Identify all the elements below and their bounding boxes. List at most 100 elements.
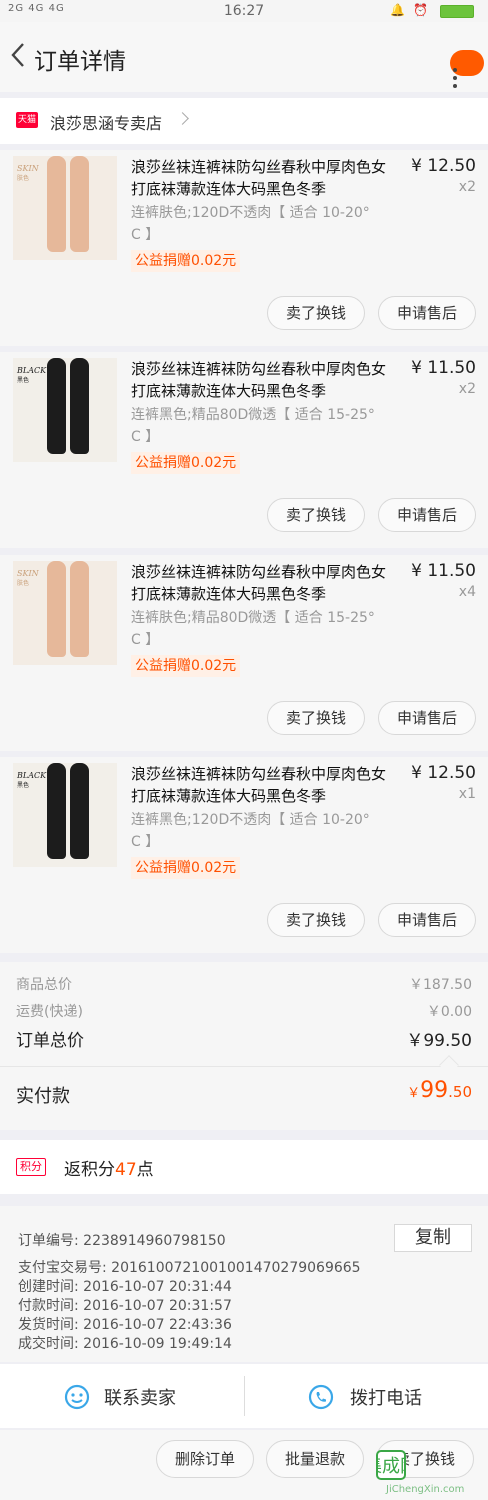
created-label: 创建时间:: [18, 1279, 79, 1295]
back-arrow-icon[interactable]: [10, 42, 26, 68]
after-sale-button[interactable]: 申请售后: [378, 296, 476, 330]
alipay-number: 2016100721001001470279069665: [111, 1260, 361, 1276]
legs-illustration: [47, 763, 91, 863]
points-value: 47: [115, 1160, 137, 1180]
call-phone-button[interactable]: 拨打电话: [350, 1384, 422, 1410]
shipping-value: ￥0.00: [426, 1004, 472, 1020]
product-price: ¥ 11.50: [411, 561, 476, 581]
product-sku: 连裤肤色;120D不透肉【 适合 10-20° C 】: [131, 205, 370, 243]
watermark: 集成网 JiChengXin.com: [376, 1446, 488, 1500]
after-sale-button[interactable]: 申请售后: [378, 903, 476, 937]
divider: [0, 1066, 488, 1067]
product-title[interactable]: 浪莎丝袜连裤袜防勾丝春秋中厚肉色女打底袜薄款连体大码黑色冬季: [131, 358, 396, 402]
product-price: ¥ 12.50: [411, 156, 476, 176]
copy-button[interactable]: 复制: [394, 1224, 472, 1252]
status-icons: 🔔 ⏰: [390, 3, 430, 17]
product-image[interactable]: BLACK 黑色: [13, 358, 117, 462]
paid-int: 99: [420, 1078, 449, 1103]
caret-up-icon: [439, 1055, 459, 1075]
sell-item-button[interactable]: 卖了换钱: [267, 296, 365, 330]
order-item[interactable]: SKIN 肤色 浪莎丝袜连裤袜防勾丝春秋中厚肉色女打底袜薄款连体大码黑色冬季 ¥ 12…: [0, 150, 488, 346]
watermark-url: JiChengXin.com: [386, 1484, 465, 1495]
created-time: 2016-10-07 20:31:44: [83, 1279, 232, 1295]
points-text: 返积分47点: [64, 1155, 154, 1180]
divider: [244, 1376, 245, 1416]
product-title[interactable]: 浪莎丝袜连裤袜防勾丝春秋中厚肉色女打底袜薄款连体大码黑色冬季: [131, 763, 396, 807]
completed-row: 成交时间: 2016-10-09 19:49:14: [18, 1333, 232, 1353]
order-item[interactable]: SKIN 肤色 浪莎丝袜连裤袜防勾丝春秋中厚肉色女打底袜薄款连体大码黑色冬季 ¥ 11…: [0, 555, 488, 751]
alipay-label: 支付宝交易号:: [18, 1260, 107, 1276]
image-tag2: 黑色: [17, 377, 30, 384]
order-total-value: ￥99.50: [406, 1031, 472, 1051]
shop-row[interactable]: 天猫 浪莎思涵专卖店: [0, 98, 488, 144]
contact-bar: 联系卖家 拨打电话: [0, 1364, 488, 1428]
donation-tag: 公益捐赠0.02元: [131, 452, 241, 474]
goods-total-row: 商品总价 ￥187.50: [16, 974, 472, 994]
header: 订单详情: [0, 22, 488, 92]
paid-time: 2016-10-07 20:31:57: [83, 1298, 232, 1314]
product-image[interactable]: SKIN 肤色: [13, 561, 117, 665]
image-tag2: 黑色: [17, 782, 30, 789]
watermark-brand: 集成网: [376, 1456, 406, 1477]
donation-tag: 公益捐赠0.02元: [131, 857, 241, 879]
order-item[interactable]: BLACK 黑色 浪莎丝袜连裤袜防勾丝春秋中厚肉色女打底袜薄款连体大码黑色冬季 ¥ 1…: [0, 757, 488, 953]
product-price: ¥ 11.50: [411, 358, 476, 378]
sell-item-button[interactable]: 卖了换钱: [267, 498, 365, 532]
image-tag: SKIN: [17, 569, 39, 578]
donation-tag: 公益捐赠0.02元: [131, 655, 241, 677]
status-bar: 2G 4G 4G 16:27 🔔 ⏰: [0, 0, 488, 22]
product-title[interactable]: 浪莎丝袜连裤袜防勾丝春秋中厚肉色女打底袜薄款连体大码黑色冬季: [131, 561, 396, 605]
phone-icon: [308, 1384, 334, 1410]
shop-name[interactable]: 浪莎思涵专卖店: [50, 110, 162, 134]
after-sale-button[interactable]: 申请售后: [378, 701, 476, 735]
battery-icon: [440, 5, 474, 18]
product-quantity: x2: [458, 179, 476, 195]
batch-refund-button[interactable]: 批量退款: [266, 1440, 364, 1478]
order-item[interactable]: BLACK 黑色 浪莎丝袜连裤袜防勾丝春秋中厚肉色女打底袜薄款连体大码黑色冬季 ¥ 1…: [0, 352, 488, 548]
tmall-badge: 天猫: [16, 112, 38, 128]
shipped-time: 2016-10-07 22:43:36: [83, 1317, 232, 1333]
sell-item-button[interactable]: 卖了换钱: [267, 701, 365, 735]
product-quantity: x2: [458, 381, 476, 397]
product-sku: 连裤黑色;精品80D微透【 适合 15-25° C 】: [131, 407, 375, 445]
product-sku: 连裤肤色;精品80D微透【 适合 15-25° C 】: [131, 610, 375, 648]
contact-seller-button[interactable]: 联系卖家: [104, 1384, 176, 1410]
sell-item-button[interactable]: 卖了换钱: [267, 903, 365, 937]
after-sale-button[interactable]: 申请售后: [378, 498, 476, 532]
order-total-label: 订单总价: [16, 1031, 84, 1051]
order-total-row: 订单总价 ￥99.50: [16, 1026, 472, 1051]
paid-value: ￥99.50: [407, 1078, 472, 1103]
image-tag2: 肤色: [17, 580, 30, 587]
paid-time-label: 付款时间:: [18, 1298, 79, 1314]
points-badge: 积分: [16, 1158, 46, 1176]
watermark-logo-icon: 集成网: [376, 1450, 406, 1480]
product-image[interactable]: SKIN 肤色: [13, 156, 117, 260]
price-summary: 商品总价 ￥187.50 运费(快递) ￥0.00 订单总价 ￥99.50 实付…: [0, 962, 488, 1130]
order-number-label: 订单编号:: [18, 1233, 79, 1249]
shipped-row: 发货时间: 2016-10-07 22:43:36: [18, 1314, 232, 1334]
legs-illustration: [47, 561, 91, 661]
completed-label: 成交时间:: [18, 1336, 79, 1352]
points-suffix: 点: [136, 1160, 154, 1180]
product-sku: 连裤黑色;120D不透肉【 适合 10-20° C 】: [131, 812, 370, 850]
paid-dec: .50: [448, 1083, 472, 1101]
points-prefix: 返积分: [64, 1160, 115, 1180]
order-number: 2238914960798150: [83, 1233, 226, 1249]
paid-label: 实付款: [16, 1086, 70, 1107]
alipay-row: 支付宝交易号: 2016100721001001470279069665: [18, 1257, 361, 1277]
page-title: 订单详情: [34, 49, 126, 75]
image-tag: BLACK: [17, 366, 47, 375]
paid-time-row: 付款时间: 2016-10-07 20:31:57: [18, 1295, 232, 1315]
completed-time: 2016-10-09 19:49:14: [83, 1336, 232, 1352]
product-quantity: x1: [458, 786, 476, 802]
delete-order-button[interactable]: 删除订单: [156, 1440, 254, 1478]
product-image[interactable]: BLACK 黑色: [13, 763, 117, 867]
order-info: 订单编号: 2238914960798150 复制 支付宝交易号: 201610…: [0, 1206, 488, 1362]
paid-currency: ￥: [407, 1086, 421, 1101]
order-number-row: 订单编号: 2238914960798150: [18, 1230, 226, 1250]
more-icon[interactable]: [452, 68, 458, 90]
product-price: ¥ 12.50: [411, 763, 476, 783]
product-title[interactable]: 浪莎丝袜连裤袜防勾丝春秋中厚肉色女打底袜薄款连体大码黑色冬季: [131, 156, 396, 200]
donation-tag: 公益捐赠0.02元: [131, 250, 241, 272]
goods-total-label: 商品总价: [16, 977, 72, 993]
